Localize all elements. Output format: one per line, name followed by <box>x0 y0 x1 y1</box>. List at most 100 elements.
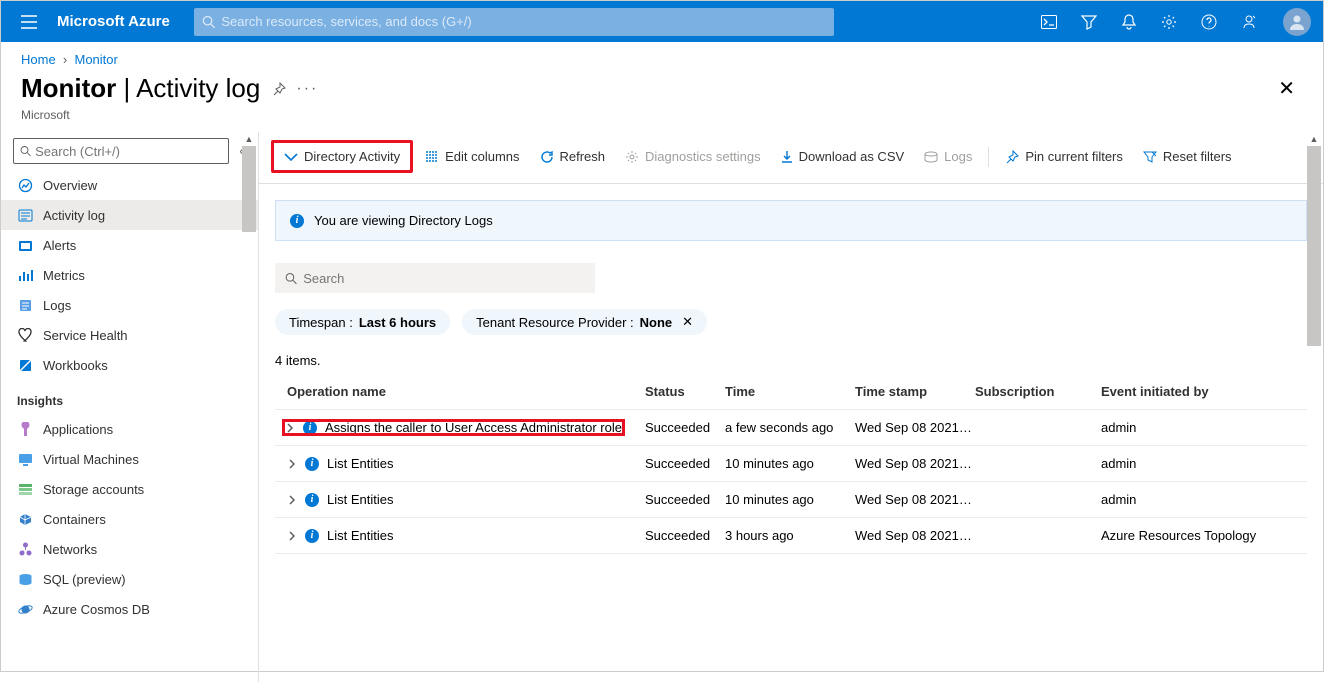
log-search-input[interactable] <box>303 271 585 286</box>
close-button[interactable]: ✕ <box>1278 76 1303 101</box>
info-banner: i You are viewing Directory Logs <box>275 200 1307 241</box>
cell-status: Succeeded <box>645 528 725 543</box>
log-search[interactable] <box>275 263 595 293</box>
sidebar-item-containers[interactable]: Containers <box>1 504 258 534</box>
edit-columns-button[interactable]: Edit columns <box>417 145 527 168</box>
table-row[interactable]: iList EntitiesSucceeded10 minutes agoWed… <box>275 446 1307 482</box>
table-row[interactable]: iList EntitiesSucceeded10 minutes agoWed… <box>275 482 1307 518</box>
sidebar-item-virtual-machines[interactable]: Virtual Machines <box>1 444 258 474</box>
expand-row-button[interactable] <box>287 531 297 541</box>
cloud-shell-button[interactable] <box>1031 2 1067 42</box>
sidebar-item-logs[interactable]: Logs <box>1 290 258 320</box>
tenant-pill-clear[interactable]: ✕ <box>682 314 693 330</box>
expand-row-button[interactable] <box>285 423 295 433</box>
logs-label: Logs <box>944 149 972 164</box>
sidebar-item-label: Workbooks <box>43 358 108 373</box>
user-avatar[interactable] <box>1283 8 1311 36</box>
timespan-pill-label: Timespan : <box>289 315 353 330</box>
sidebar-item-label: Overview <box>43 178 97 193</box>
sidebar-item-sql-preview-[interactable]: SQL (preview) <box>1 564 258 594</box>
directory-activity-label: Directory Activity <box>304 149 400 164</box>
expand-row-button[interactable] <box>287 495 297 505</box>
sidebar-item-label: Storage accounts <box>43 482 144 497</box>
sidebar-item-networks[interactable]: Networks <box>1 534 258 564</box>
cell-time: 3 hours ago <box>725 528 855 543</box>
settings-button[interactable] <box>1151 2 1187 42</box>
notifications-button[interactable] <box>1111 2 1147 42</box>
chevron-right-icon <box>287 459 297 469</box>
reset-filters-button[interactable]: Reset filters <box>1135 145 1240 168</box>
directories-button[interactable] <box>1071 2 1107 42</box>
col-time[interactable]: Time <box>725 384 855 399</box>
sql-icon <box>17 571 33 587</box>
content-scrollbar[interactable]: ▲ <box>1307 132 1321 682</box>
filter-pill-timespan[interactable]: Timespan : Last 6 hours <box>275 309 450 335</box>
breadcrumb-home[interactable]: Home <box>21 52 56 67</box>
sidebar-item-service-health[interactable]: Service Health <box>1 320 258 350</box>
cell-initiated-by: Azure Resources Topology <box>1101 528 1261 543</box>
pin-filters-button[interactable]: Pin current filters <box>997 145 1131 168</box>
more-button[interactable]: ··· <box>296 80 318 98</box>
sidebar-section-insights: Insights <box>1 380 258 414</box>
sidebar-item-applications[interactable]: Applications <box>1 414 258 444</box>
app-icon <box>17 421 33 437</box>
cell-timestamp: Wed Sep 08 2021… <box>855 456 975 471</box>
cloud-shell-icon <box>1041 15 1057 29</box>
feedback-button[interactable] <box>1231 2 1267 42</box>
scroll-up-arrow[interactable]: ▲ <box>1307 132 1321 146</box>
table-header: Operation name Status Time Time stamp Su… <box>275 374 1307 410</box>
filter-pill-tenant[interactable]: Tenant Resource Provider : None ✕ <box>462 309 707 335</box>
feedback-icon <box>1241 14 1257 30</box>
col-status[interactable]: Status <box>645 384 725 399</box>
col-initiated-by[interactable]: Event initiated by <box>1101 384 1261 399</box>
scrollbar-thumb[interactable] <box>242 146 256 232</box>
activity-icon <box>17 207 33 223</box>
col-subscription[interactable]: Subscription <box>975 384 1101 399</box>
cell-initiated-by: admin <box>1101 492 1261 507</box>
page-title-row: Monitor | Activity log ··· ✕ <box>1 73 1323 108</box>
sidebar-search-input[interactable] <box>35 144 222 159</box>
expand-row-button[interactable] <box>287 459 297 469</box>
pin-filters-label: Pin current filters <box>1025 149 1123 164</box>
sidebar-item-activity-log[interactable]: Activity log <box>1 200 258 230</box>
storage-icon <box>17 481 33 497</box>
help-button[interactable] <box>1191 2 1227 42</box>
cell-initiated-by: admin <box>1101 456 1261 471</box>
sidebar-scrollbar[interactable]: ▲ <box>242 132 256 682</box>
sidebar-item-metrics[interactable]: Metrics <box>1 260 258 290</box>
hamburger-menu-button[interactable] <box>9 15 49 29</box>
global-search[interactable] <box>194 8 834 36</box>
sidebar-item-label: Service Health <box>43 328 128 343</box>
info-icon: i <box>305 529 319 543</box>
table-row[interactable]: iAssigns the caller to User Access Admin… <box>275 410 1307 446</box>
scroll-up-arrow[interactable]: ▲ <box>242 132 256 146</box>
download-csv-button[interactable]: Download as CSV <box>773 145 913 168</box>
columns-icon <box>425 151 439 163</box>
sidebar-item-label: Azure Cosmos DB <box>43 602 150 617</box>
sidebar-item-workbooks[interactable]: Workbooks <box>1 350 258 380</box>
breadcrumb-current[interactable]: Monitor <box>74 52 117 67</box>
clear-filter-icon <box>1143 151 1157 163</box>
logs-icon <box>924 151 938 163</box>
chevron-right-icon <box>287 531 297 541</box>
global-search-input[interactable] <box>221 14 825 29</box>
diagnostics-button: Diagnostics settings <box>617 145 769 168</box>
cell-status: Succeeded <box>645 492 725 507</box>
toolbar-separator <box>988 147 989 167</box>
operation-name: List Entities <box>327 528 393 543</box>
refresh-button[interactable]: Refresh <box>532 145 614 168</box>
scrollbar-thumb[interactable] <box>1307 146 1321 346</box>
sidebar-item-alerts[interactable]: Alerts <box>1 230 258 260</box>
sidebar-item-storage-accounts[interactable]: Storage accounts <box>1 474 258 504</box>
chevron-down-icon <box>284 152 298 162</box>
sidebar-item-azure-cosmos-db[interactable]: Azure Cosmos DB <box>1 594 258 624</box>
sidebar-item-label: Networks <box>43 542 97 557</box>
directory-activity-button[interactable]: Directory Activity <box>276 145 408 168</box>
pin-button[interactable] <box>272 82 286 96</box>
sidebar-item-overview[interactable]: Overview <box>1 170 258 200</box>
table-row[interactable]: iList EntitiesSucceeded3 hours agoWed Se… <box>275 518 1307 554</box>
col-operation[interactable]: Operation name <box>275 384 645 399</box>
col-timestamp[interactable]: Time stamp <box>855 384 975 399</box>
sidebar-search[interactable] <box>13 138 229 164</box>
cell-initiated-by: admin <box>1101 420 1261 435</box>
